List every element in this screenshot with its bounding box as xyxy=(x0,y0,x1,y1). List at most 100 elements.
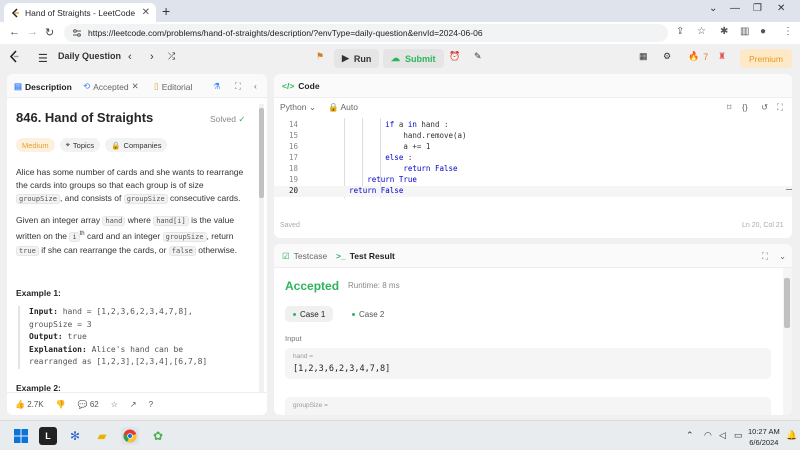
tray-chevron-icon[interactable]: ⌃ xyxy=(686,430,694,441)
submit-button[interactable]: ☁ Submit xyxy=(383,49,444,68)
back-icon[interactable]: ← xyxy=(9,26,20,38)
code-line[interactable]: 19 return True xyxy=(274,175,792,186)
code-text: hand.remove(a) xyxy=(304,131,466,140)
maximize-icon[interactable]: ❐ xyxy=(753,3,762,14)
expand-panel-icon[interactable]: ⛶ xyxy=(762,251,768,262)
reload-icon[interactable]: ↻ xyxy=(45,26,54,39)
desc-text: card and an integer xyxy=(84,230,163,241)
layout-icon[interactable]: ▦ xyxy=(639,51,648,62)
inline-code: i xyxy=(69,231,80,242)
file-explorer-icon[interactable]: ▰ xyxy=(93,427,111,445)
browser-tab[interactable]: Hand of Straights - LeetCode ✕ xyxy=(4,3,156,22)
tab-description[interactable]: ▤ Description xyxy=(14,81,72,92)
help-icon[interactable]: ? xyxy=(149,400,153,409)
forward-icon[interactable]: → xyxy=(27,26,38,38)
code-line[interactable]: 14 if a in hand : xyxy=(274,120,792,131)
tab-test-result[interactable]: >_ Test Result xyxy=(336,251,395,261)
code-plain: a xyxy=(394,120,408,129)
premium-button[interactable]: Premium xyxy=(740,49,792,68)
desc-text: if she can rearrange the cards, or xyxy=(38,244,169,255)
like-button[interactable]: 👍 2.7K xyxy=(15,400,44,409)
shuffle-icon[interactable]: ⤮ xyxy=(168,51,175,62)
next-problem-icon[interactable]: › xyxy=(150,51,154,63)
expand-icon[interactable]: ⛶ xyxy=(235,81,241,92)
desc-text: otherwise. xyxy=(195,244,237,255)
chrome-icon[interactable] xyxy=(121,427,139,445)
tab-search-icon[interactable]: ⌄ xyxy=(709,3,717,14)
vscode-like-icon[interactable]: ✻ xyxy=(66,427,84,445)
collapse-chevron-icon[interactable]: ⌄ xyxy=(779,251,786,262)
share-link-icon[interactable]: ↗ xyxy=(130,400,137,409)
wifi-icon[interactable]: ◠ xyxy=(704,430,712,441)
result-status: Accepted xyxy=(285,279,340,293)
close-accepted-tab-icon[interactable]: ✕ xyxy=(132,81,139,92)
app-icon[interactable]: L xyxy=(39,427,57,445)
format-code-icon[interactable]: {} xyxy=(742,102,748,112)
auto-mode[interactable]: 🔒 Auto xyxy=(328,102,358,113)
language-select[interactable]: Python ⌄ xyxy=(280,102,316,113)
code-line[interactable]: 17 else : xyxy=(274,153,792,164)
scrollbar-thumb[interactable] xyxy=(259,108,264,198)
debug-icon[interactable]: ⚑ xyxy=(316,51,324,62)
book-icon: ▯ xyxy=(154,81,159,91)
address-bar[interactable]: https://leetcode.com/problems/hand-of-st… xyxy=(64,24,668,42)
profile-icon[interactable]: ● xyxy=(760,26,766,37)
streak-counter[interactable]: 🔥 7 xyxy=(688,51,708,62)
inline-code: false xyxy=(168,245,196,256)
settings-gear-icon[interactable]: ⚙ xyxy=(663,51,671,62)
windows-start-icon[interactable] xyxy=(12,427,30,445)
case-1-button[interactable]: Case 1 xyxy=(285,306,334,322)
test-scrollbar[interactable] xyxy=(783,268,792,415)
collapse-panel-icon[interactable]: ‹ xyxy=(254,81,257,91)
comments-button[interactable]: 💬 62 xyxy=(78,400,99,409)
close-tab-icon[interactable]: ✕ xyxy=(142,7,150,18)
companies-tag[interactable]: 🔒 Companies xyxy=(105,138,168,152)
dislike-icon[interactable]: 👎 xyxy=(56,400,66,409)
side-panel-icon[interactable]: ▥ xyxy=(740,26,749,37)
flask-icon[interactable]: ⚗ xyxy=(213,81,221,92)
code-line[interactable]: 18 return False xyxy=(274,164,792,175)
code-line[interactable]: 16 a += 1 xyxy=(274,142,792,153)
hand-param-name: hand = xyxy=(293,353,314,360)
extensions-icon[interactable]: ✱ xyxy=(720,26,728,37)
tab-accepted[interactable]: ⟲ Accepted ✕ xyxy=(83,81,139,92)
menu-icon[interactable]: ⋮ xyxy=(783,26,793,37)
notes-icon[interactable]: ✎ xyxy=(474,51,482,62)
share-icon[interactable]: ⇪ xyxy=(676,26,684,37)
bookmark-icon[interactable]: ⌑ xyxy=(727,102,731,113)
problem-list-icon[interactable]: ☰ xyxy=(38,52,48,65)
prev-problem-icon[interactable]: ‹ xyxy=(128,51,132,63)
system-clock[interactable]: 10:27 AM 6/6/2024 xyxy=(748,426,780,448)
star-icon[interactable]: ☆ xyxy=(111,400,118,409)
tab-testcase[interactable]: ☑ Testcase xyxy=(282,251,327,262)
battery-icon[interactable]: ▭ xyxy=(734,430,743,441)
new-tab-icon[interactable]: + xyxy=(162,3,170,19)
code-area[interactable]: 14 if a in hand :15 hand.remove(a) 16 a +… xyxy=(274,118,792,198)
code-line[interactable]: 20 return False xyxy=(274,186,792,197)
leetcode-logo-icon[interactable] xyxy=(9,50,19,63)
language-bar: Python ⌄ 🔒 Auto ⌑ {} ↺ ⛶ xyxy=(274,99,792,117)
line-number: 15 xyxy=(288,131,298,140)
minimize-icon[interactable]: — xyxy=(730,3,740,14)
tag-icon: ⌖ xyxy=(65,140,70,149)
fullscreen-code-icon[interactable]: ⛶ xyxy=(777,102,783,113)
difficulty-badge[interactable]: Medium xyxy=(16,138,55,152)
notification-bell-icon[interactable]: 🔔 xyxy=(786,430,797,441)
timer-icon[interactable]: ⏰ xyxy=(449,51,460,62)
site-info-icon[interactable] xyxy=(72,28,82,38)
close-window-icon[interactable]: ✕ xyxy=(777,3,785,14)
volume-icon[interactable]: ◁ xyxy=(719,430,726,441)
tab-editorial[interactable]: ▯ Editorial xyxy=(154,81,192,92)
bookmark-star-icon[interactable]: ☆ xyxy=(697,26,706,37)
reset-code-icon[interactable]: ↺ xyxy=(761,102,768,113)
extension-app-icon[interactable]: ✿ xyxy=(149,427,167,445)
case-2-button[interactable]: Case 2 xyxy=(344,306,392,322)
inline-code: groupSize xyxy=(16,194,60,204)
daily-question-label[interactable]: Daily Question xyxy=(58,51,121,61)
store-icon[interactable]: ♜ xyxy=(718,51,726,62)
code-line[interactable]: 15 hand.remove(a) xyxy=(274,131,792,142)
scrollbar-thumb[interactable] xyxy=(784,278,790,328)
topics-tag[interactable]: ⌖ Topics xyxy=(59,138,101,152)
description-scrollbar[interactable] xyxy=(259,104,264,404)
run-button[interactable]: ▶ Run xyxy=(334,49,380,68)
